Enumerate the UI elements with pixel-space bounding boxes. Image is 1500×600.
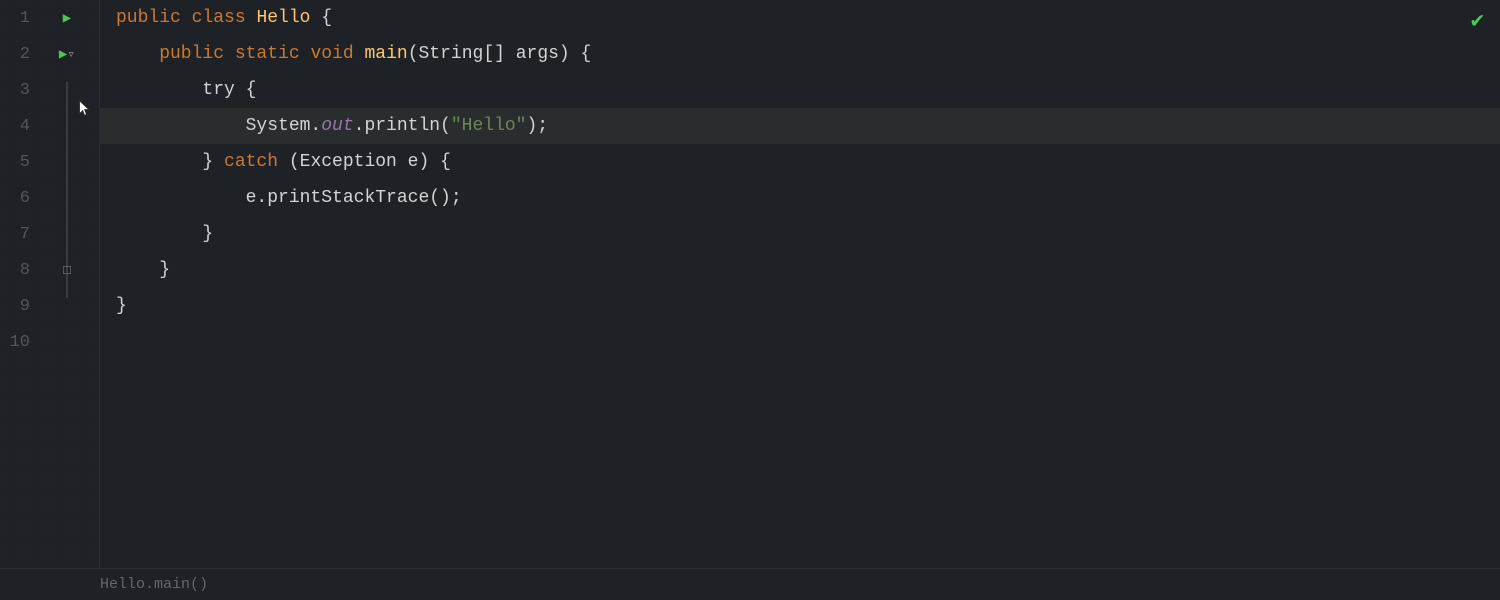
gutter-icons: □: [38, 263, 96, 278]
gutter-row: 1▶: [0, 0, 99, 36]
token: e.printStackTrace();: [116, 188, 462, 208]
line-number: 10: [0, 333, 38, 352]
code-editor[interactable]: 1▶2▶▿345678□910 public class Hello { pub…: [0, 0, 1500, 600]
line-number: 5: [0, 153, 38, 172]
token: (: [408, 44, 419, 64]
token: String: [419, 44, 484, 64]
token: System.: [116, 116, 321, 136]
gutter-row: 4: [0, 108, 99, 144]
code-line: System.out.println("Hello");: [100, 108, 1500, 144]
run-icon[interactable]: ▶: [59, 46, 67, 63]
line-number: 1: [0, 9, 38, 28]
code-line: [100, 324, 1500, 360]
token: void: [310, 44, 364, 64]
token: );: [526, 116, 548, 136]
token: }: [116, 296, 127, 316]
gutter-row: 6: [0, 180, 99, 216]
code-area[interactable]: public class Hello { public static void …: [100, 0, 1500, 600]
bottom-bar: Hello.main(): [0, 568, 1500, 600]
line-number: 2: [0, 45, 38, 64]
gutter-row: 7: [0, 216, 99, 252]
code-line: public static void main(String[] args) {: [100, 36, 1500, 72]
token: }: [116, 260, 170, 280]
gutter-row: 3: [0, 72, 99, 108]
token: public: [116, 8, 192, 28]
breadcrumb-text: Hello.main(): [100, 576, 208, 593]
token: [] args) {: [483, 44, 591, 64]
token: public: [116, 44, 235, 64]
line-gutter: 1▶2▶▿345678□910: [0, 0, 100, 600]
code-line: } catch (Exception e) {: [100, 144, 1500, 180]
gutter-row: 2▶▿: [0, 36, 99, 72]
code-line: try {: [100, 72, 1500, 108]
code-line: }: [100, 216, 1500, 252]
token: static: [235, 44, 311, 64]
token: out: [321, 116, 353, 136]
code-line: e.printStackTrace();: [100, 180, 1500, 216]
token: "Hello": [451, 116, 527, 136]
token: .println(: [354, 116, 451, 136]
gutter-row: 8□: [0, 252, 99, 288]
code-line: }: [100, 252, 1500, 288]
token: Hello: [256, 8, 310, 28]
run-icon[interactable]: ▶: [63, 10, 71, 27]
token: class: [192, 8, 257, 28]
gutter-icons: ▶: [38, 10, 96, 27]
token: {: [310, 8, 332, 28]
token: }: [116, 152, 224, 172]
line-number: 9: [0, 297, 38, 316]
gutter-row: 10: [0, 324, 99, 360]
line-number: 7: [0, 225, 38, 244]
token: try {: [116, 80, 256, 100]
token: }: [116, 224, 213, 244]
fold-icon[interactable]: ▿: [67, 47, 75, 62]
token: main: [364, 44, 407, 64]
line-number: 3: [0, 81, 38, 100]
gutter-icons: ▶▿: [38, 46, 96, 63]
gutter-row: 5: [0, 144, 99, 180]
token: catch: [224, 152, 289, 172]
code-line: }: [100, 288, 1500, 324]
fold-close-icon[interactable]: □: [63, 263, 71, 278]
line-number: 6: [0, 189, 38, 208]
gutter-row: 9: [0, 288, 99, 324]
token: (Exception e) {: [289, 152, 451, 172]
line-number: 8: [0, 261, 38, 280]
line-number: 4: [0, 117, 38, 136]
code-line: public class Hello {: [100, 0, 1500, 36]
checkmark-icon: ✔: [1471, 8, 1484, 34]
